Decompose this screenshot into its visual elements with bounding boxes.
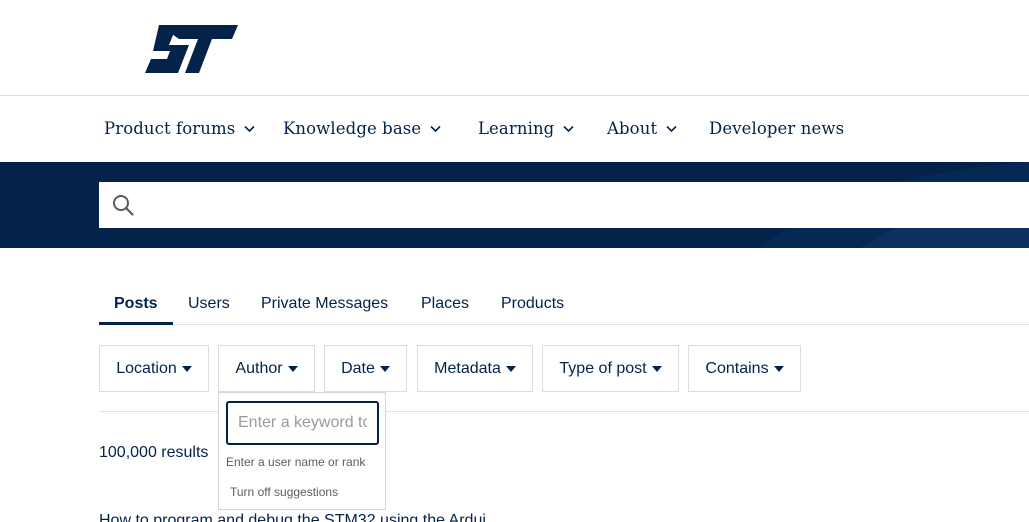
result-title-link[interactable]: How to program and debug the STM32 using… xyxy=(99,512,486,522)
author-keyword-input[interactable] xyxy=(226,401,379,445)
caret-down-icon xyxy=(505,365,516,372)
nav-label: Developer news xyxy=(709,119,845,138)
chevron-down-icon xyxy=(563,125,574,132)
results-count: 100,000 results xyxy=(99,444,209,461)
caret-down-icon xyxy=(287,365,298,372)
filter-location-button[interactable]: Location xyxy=(99,345,209,392)
caret-down-icon xyxy=(379,365,390,372)
nav-label: Knowledge base xyxy=(283,119,422,138)
filter-label: Author xyxy=(235,359,283,377)
nav-item-developer-news[interactable]: Developer news xyxy=(709,119,844,138)
chevron-down-icon xyxy=(430,125,441,132)
nav-label: About xyxy=(607,119,658,138)
nav-item-knowledge-base[interactable]: Knowledge base xyxy=(283,119,441,138)
filter-bar: Location Author Date Metadata Type of po… xyxy=(99,345,1029,392)
tab-places[interactable]: Places xyxy=(421,295,469,313)
st-logo[interactable] xyxy=(145,23,240,75)
search-box xyxy=(99,182,1029,228)
nav-label: Learning xyxy=(478,119,555,138)
filter-label: Metadata xyxy=(434,359,501,377)
filter-label: Date xyxy=(341,359,375,377)
nav-label: Product forums xyxy=(104,119,236,138)
site-header xyxy=(0,0,1029,96)
filter-contains-button[interactable]: Contains xyxy=(688,345,801,392)
author-hint-text: Enter a user name or rank xyxy=(226,455,366,469)
filter-label: Contains xyxy=(705,359,769,377)
caret-down-icon xyxy=(651,365,662,372)
nav-item-product-forums[interactable]: Product forums xyxy=(104,119,255,138)
tab-private-messages[interactable]: Private Messages xyxy=(261,295,388,313)
search-banner xyxy=(0,162,1029,248)
nav-item-about[interactable]: About xyxy=(607,119,677,138)
caret-down-icon xyxy=(773,365,784,372)
search-input[interactable] xyxy=(143,182,1023,228)
filter-metadata-button[interactable]: Metadata xyxy=(417,345,533,392)
chevron-down-icon xyxy=(244,125,255,132)
author-filter-dropdown: Enter a user name or rank Turn off sugge… xyxy=(218,392,386,510)
filter-type-of-post-button[interactable]: Type of post xyxy=(542,345,679,392)
search-tabs: Posts Users Private Messages Places Prod… xyxy=(99,285,1029,325)
filter-date-button[interactable]: Date xyxy=(324,345,407,392)
search-icon[interactable] xyxy=(112,194,134,216)
active-tab-indicator xyxy=(99,322,173,325)
nav-item-learning[interactable]: Learning xyxy=(478,119,574,138)
turn-off-suggestions-link[interactable]: Turn off suggestions xyxy=(230,485,338,499)
filter-label: Location xyxy=(116,359,177,377)
tab-products[interactable]: Products xyxy=(501,295,564,313)
filter-author-button[interactable]: Author xyxy=(218,345,315,392)
tab-users[interactable]: Users xyxy=(188,295,230,313)
caret-down-icon xyxy=(181,365,192,372)
main-nav: Product forums Knowledge base Learning A… xyxy=(0,97,1029,162)
chevron-down-icon xyxy=(666,125,677,132)
filter-label: Type of post xyxy=(559,359,647,377)
tab-posts[interactable]: Posts xyxy=(114,295,158,313)
